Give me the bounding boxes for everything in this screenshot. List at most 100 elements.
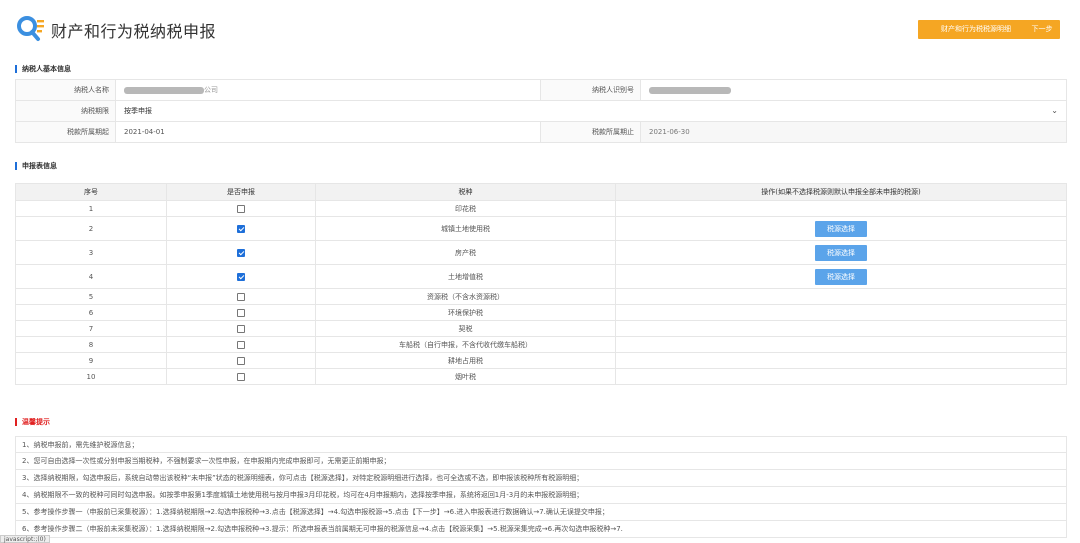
declare-checkbox[interactable] — [237, 272, 245, 281]
operation-cell: 税源选择 — [615, 264, 1067, 289]
tax-type: 环境保护税 — [315, 304, 616, 321]
operation-cell — [615, 336, 1067, 353]
table-row: 4 土地增值税 税源选择 — [15, 264, 1067, 289]
tip-item: 1、纳税申报前，需先维护税源信息； — [15, 436, 1067, 453]
row-number: 9 — [15, 352, 167, 369]
tax-source-select-button[interactable]: 税源选择 — [815, 244, 867, 261]
chevron-down-icon: ⌄ — [1051, 106, 1058, 115]
operation-cell: 税源选择 — [615, 240, 1067, 265]
tax-source-select-button[interactable]: 税源选择 — [815, 220, 867, 237]
row-number: 5 — [15, 288, 167, 305]
tax-source-select-button[interactable]: 税源选择 — [815, 268, 867, 285]
column-header: 操作(如果不选择税源则默认申报全部未申报的税源) — [615, 183, 1067, 201]
tax-type: 耕地占用税 — [315, 352, 616, 369]
row-number: 6 — [15, 304, 167, 321]
operation-cell — [615, 352, 1067, 369]
table-row: 7 契税 — [15, 320, 1067, 337]
page-title: 财产和行为税纳税申报 — [51, 22, 217, 41]
operation-cell — [615, 288, 1067, 305]
period-start-value: 2021-04-01 — [115, 121, 541, 143]
declare-checkbox[interactable] — [237, 356, 245, 365]
next-step-button[interactable]: 下一步 — [1024, 20, 1060, 39]
declare-checkbox-cell — [166, 264, 316, 289]
tax-type: 土地增值税 — [315, 264, 616, 289]
period-start-label: 税款所属期起 — [15, 121, 116, 143]
tax-type: 烟叶税 — [315, 368, 616, 385]
declare-checkbox[interactable] — [237, 340, 245, 349]
declare-checkbox[interactable] — [237, 308, 245, 317]
declare-checkbox-cell — [166, 320, 316, 337]
tax-source-detail-button[interactable]: 财产和行为税税源明细 — [918, 20, 1034, 39]
taxpayer-name-suffix: 公司 — [204, 86, 218, 94]
period-end-value: 2021-06-30 — [640, 121, 1067, 143]
tip-item: 4、纳税期限不一致的税种可同时勾选申报。如按季申报第1季度城镇土地使用税与按月申… — [15, 487, 1067, 504]
declare-checkbox-cell — [166, 200, 316, 217]
tax-type: 资源税（不含水资源税） — [315, 288, 616, 305]
declaration-section-title: 申报表信息 — [15, 162, 57, 170]
taxpayer-section-title: 纳税人基本信息 — [15, 65, 71, 73]
status-bar: javascript:;(0) — [0, 535, 50, 543]
row-number: 2 — [15, 216, 167, 241]
search-document-icon — [17, 16, 44, 41]
column-header: 税种 — [315, 183, 616, 201]
declare-checkbox-cell — [166, 240, 316, 265]
tax-type: 印花税 — [315, 200, 616, 217]
period-end-label: 税款所属期止 — [540, 121, 641, 143]
operation-cell: 税源选择 — [615, 216, 1067, 241]
column-header: 是否申报 — [166, 183, 316, 201]
declare-checkbox[interactable] — [237, 248, 245, 257]
operation-cell — [615, 200, 1067, 217]
declare-checkbox-cell — [166, 368, 316, 385]
table-row: 1 印花税 — [15, 200, 1067, 217]
taxpayer-info-table: 纳税人名称 公司 纳税人识别号 纳税期限 按季申报 ⌄ 税款所属期起 2021-… — [15, 79, 1067, 143]
table-row: 5 资源税（不含水资源税） — [15, 288, 1067, 305]
declare-checkbox-cell — [166, 304, 316, 321]
taxpayer-name-label: 纳税人名称 — [15, 79, 116, 101]
declare-checkbox-cell — [166, 288, 316, 305]
row-number: 3 — [15, 240, 167, 265]
declaration-table: 序号 是否申报 税种 操作(如果不选择税源则默认申报全部未申报的税源) 1 印花税… — [15, 183, 1067, 385]
declare-checkbox-cell — [166, 336, 316, 353]
tips-list: 1、纳税申报前，需先维护税源信息； 2、您可自由选择一次性或分别申报当期税种，不强… — [15, 436, 1067, 538]
declare-checkbox-cell — [166, 216, 316, 241]
declare-checkbox-cell — [166, 352, 316, 369]
taxpayer-id-label: 纳税人识别号 — [540, 79, 641, 101]
page-header: 财产和行为税纳税申报 财产和行为税税源明细 下一步 — [16, 12, 1072, 46]
table-row: 6 环境保护税 — [15, 304, 1067, 321]
declare-checkbox[interactable] — [237, 292, 245, 301]
tax-type: 房产税 — [315, 240, 616, 265]
row-number: 8 — [15, 336, 167, 353]
column-header: 序号 — [15, 183, 167, 201]
tax-type: 城镇土地使用税 — [315, 216, 616, 241]
tax-period-value: 按季申报 — [124, 107, 152, 115]
masked-name — [124, 86, 204, 94]
operation-cell — [615, 304, 1067, 321]
tax-period-select[interactable]: 按季申报 ⌄ — [115, 100, 1067, 122]
row-number: 1 — [15, 200, 167, 217]
tip-item: 2、您可自由选择一次性或分别申报当期税种，不强制要求一次性申报，在申报期内完成申… — [15, 453, 1067, 470]
declare-checkbox[interactable] — [237, 324, 245, 333]
operation-cell — [615, 320, 1067, 337]
table-row: 2 城镇土地使用税 税源选择 — [15, 216, 1067, 241]
row-number: 4 — [15, 264, 167, 289]
table-row: 9 耕地占用税 — [15, 352, 1067, 369]
masked-id — [649, 86, 731, 94]
declare-checkbox[interactable] — [237, 372, 245, 381]
taxpayer-name-value: 公司 — [115, 79, 541, 101]
tax-period-label: 纳税期限 — [15, 100, 116, 122]
table-row: 8 车船税（自行申报，不含代收代缴车船税） — [15, 336, 1067, 353]
declare-checkbox[interactable] — [237, 224, 245, 233]
tip-item: 3、选择纳税期限，勾选申报后，系统自动带出该税种“未申报”状态的税源明细表，你可… — [15, 470, 1067, 487]
tips-section-title: 温馨提示 — [15, 418, 50, 426]
row-number: 10 — [15, 368, 167, 385]
taxpayer-id-value — [640, 79, 1067, 101]
table-row: 10 烟叶税 — [15, 368, 1067, 385]
tip-item: 5、参考操作步骤一（申报前已采集税源）：1.选择纳税期限→2.勾选申报税种→3.… — [15, 504, 1067, 521]
tip-item: 6、参考操作步骤二（申报前未采集税源）：1.选择纳税期限→2.勾选申报税种→3.… — [15, 521, 1067, 538]
table-row: 3 房产税 税源选择 — [15, 240, 1067, 265]
row-number: 7 — [15, 320, 167, 337]
tax-type: 车船税（自行申报，不含代收代缴车船税） — [315, 336, 616, 353]
operation-cell — [615, 368, 1067, 385]
declare-checkbox[interactable] — [237, 204, 245, 213]
tax-type: 契税 — [315, 320, 616, 337]
